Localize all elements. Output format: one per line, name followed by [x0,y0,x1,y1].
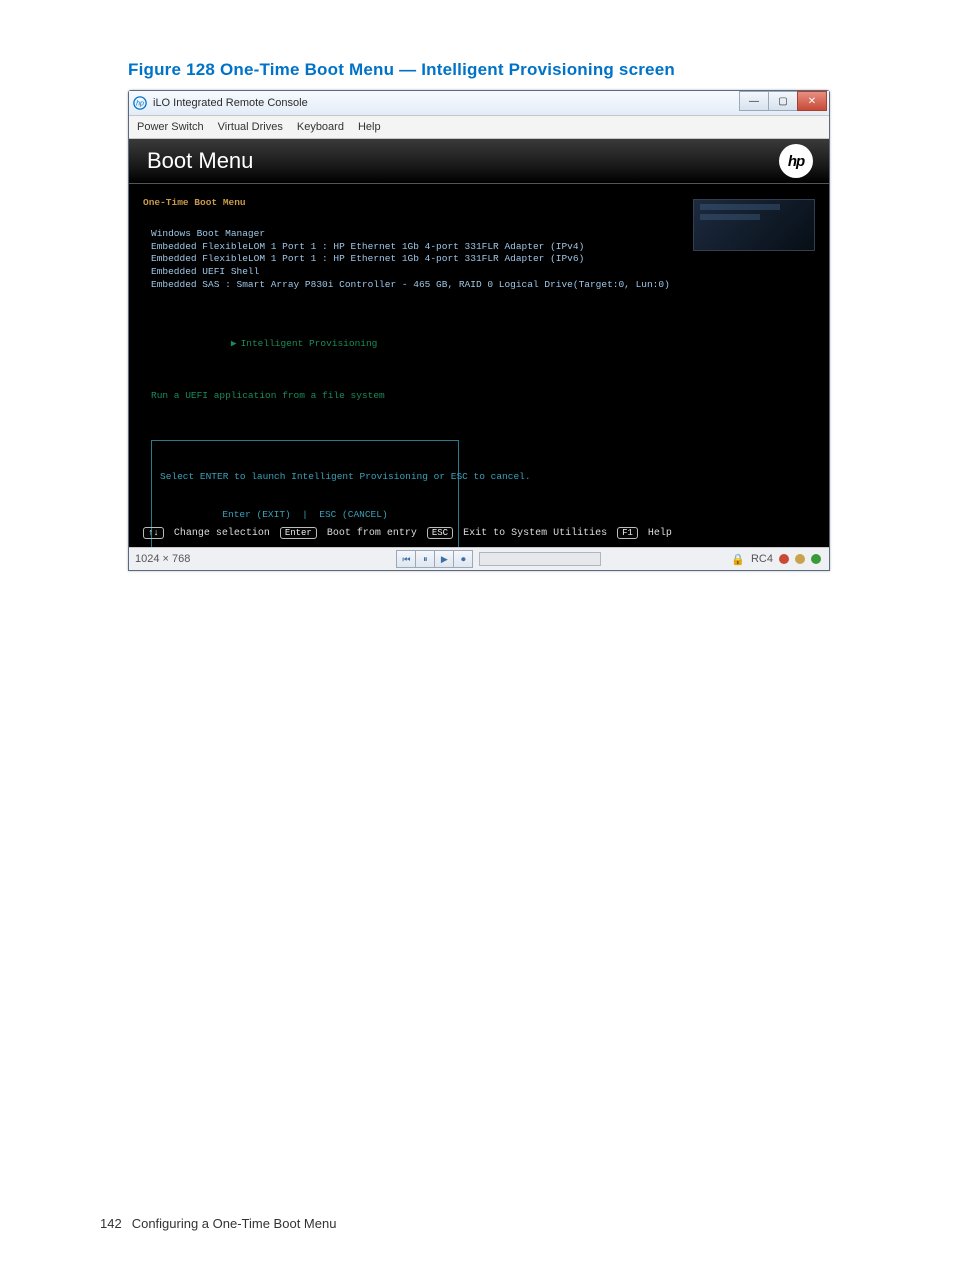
play-button[interactable]: ▶ [434,550,454,568]
window-titlebar[interactable]: hp iLO Integrated Remote Console — ▢ ✕ [129,91,829,115]
key-arrows-icon: ↑↓ [143,527,164,539]
window-title: iLO Integrated Remote Console [153,97,308,109]
prompt-line2: Enter (EXIT) | ESC (CANCEL) [160,509,450,522]
key-label: Change selection [174,528,270,539]
figure-caption: Figure 128 One-Time Boot Menu — Intellig… [128,60,826,80]
boot-menu-title: Boot Menu [147,148,253,174]
rc-label: RC4 [751,553,773,565]
hp-icon: hp [133,96,147,110]
window-menubar: Power Switch Virtual Drives Keyboard Hel… [129,115,829,139]
status-bar: 1024 × 768 ⏮ ⏸ ▶ ⏺ 🔒 RC4 [129,547,829,570]
record-button[interactable]: ⏺ [453,550,473,568]
bios-screen: One-Time Boot Menu Windows Boot Manager … [143,197,815,553]
console-area: Boot Menu hp One-Time Boot Menu Windows … [129,139,829,547]
key-esc-icon: ESC [427,527,453,539]
key-label: Boot from entry [327,528,417,539]
footer-key-hints: ↑↓ Change selection Enter Boot from entr… [143,527,815,539]
prompt-line1: Select ENTER to launch Intelligent Provi… [160,471,450,484]
status-dot-yellow-icon [795,554,805,564]
maximize-button[interactable]: ▢ [768,91,798,111]
hp-logo-icon: hp [779,144,813,178]
boot-item[interactable]: Embedded SAS : Smart Array P830i Control… [151,279,815,292]
pause-button[interactable]: ⏸ [415,550,435,568]
page-footer: 142 Configuring a One-Time Boot Menu [100,1216,336,1231]
close-button[interactable]: ✕ [797,91,827,111]
lock-icon: 🔒 [731,553,745,566]
boot-list: Windows Boot Manager Embedded FlexibleLO… [151,228,815,553]
menu-keyboard[interactable]: Keyboard [297,121,344,133]
boot-item[interactable]: Embedded FlexibleLOM 1 Port 1 : HP Ether… [151,241,815,254]
progress-bar[interactable] [479,552,601,566]
key-enter-icon: Enter [280,527,317,539]
resolution-label: 1024 × 768 [135,553,190,565]
playback-controls: ⏮ ⏸ ▶ ⏺ [396,550,601,568]
boot-item-selected[interactable]: ▶Intelligent Provisioning [151,326,815,364]
boot-item[interactable]: Run a UEFI application from a file syste… [151,390,815,403]
page-number: 142 [100,1216,122,1231]
svg-text:hp: hp [136,101,144,108]
menu-help[interactable]: Help [358,121,381,133]
status-dot-red-icon [779,554,789,564]
boot-item[interactable]: Windows Boot Manager [151,228,815,241]
selection-arrow-icon: ▶ [231,338,237,349]
menu-power-switch[interactable]: Power Switch [137,121,204,133]
boot-item[interactable]: Embedded FlexibleLOM 1 Port 1 : HP Ether… [151,253,815,266]
footer-text: Configuring a One-Time Boot Menu [132,1216,337,1231]
console-header: Boot Menu hp [129,139,829,184]
key-f1-icon: F1 [617,527,638,539]
key-label: Exit to System Utilities [463,528,607,539]
boot-item[interactable]: Embedded UEFI Shell [151,266,815,279]
section-title: One-Time Boot Menu [143,197,815,210]
menu-virtual-drives[interactable]: Virtual Drives [218,121,283,133]
minimize-button[interactable]: — [739,91,769,111]
rewind-button[interactable]: ⏮ [396,550,416,568]
status-dot-green-icon [811,554,821,564]
remote-console-window: hp iLO Integrated Remote Console — ▢ ✕ P… [128,90,830,571]
key-label: Help [648,528,672,539]
